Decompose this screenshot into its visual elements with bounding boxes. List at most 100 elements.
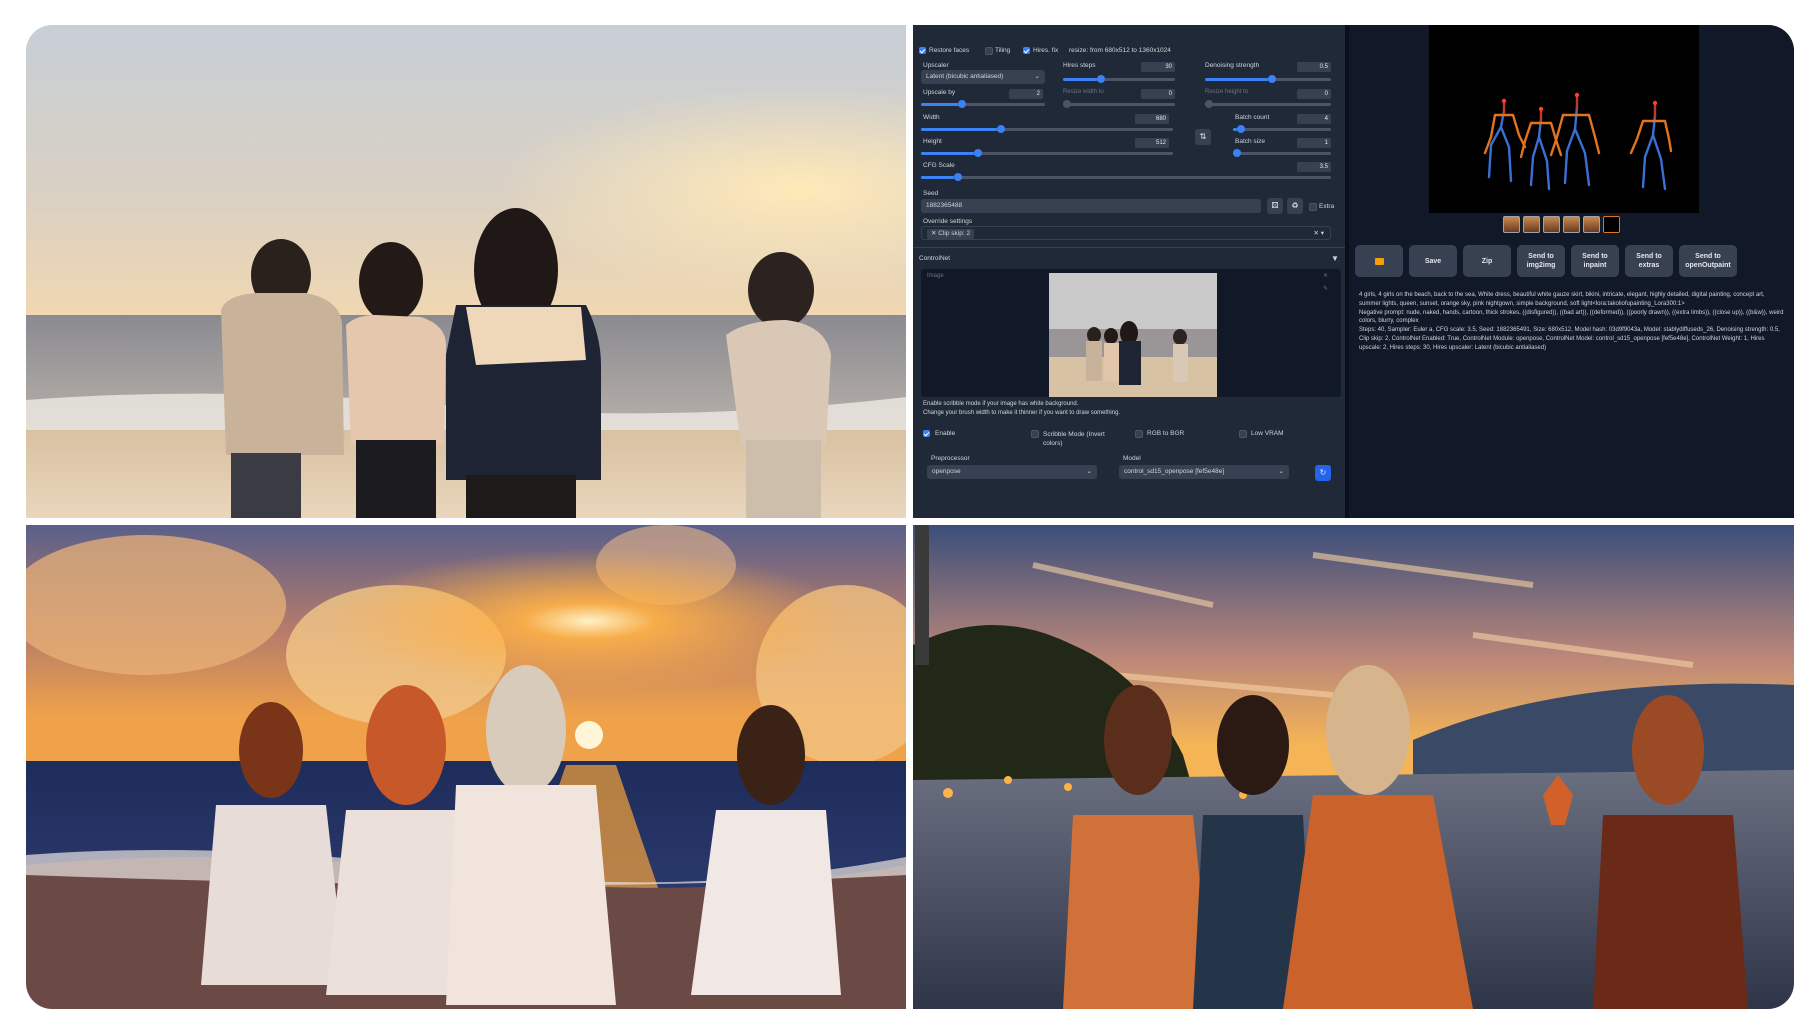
close-icon[interactable]: ✕ [1323, 272, 1328, 279]
gallery-thumbnail-pose[interactable] [1603, 216, 1620, 233]
send-to-inpaint-button[interactable]: Send to inpaint [1571, 245, 1619, 277]
generation-params-text: Steps: 40, Sampler: Euler a, CFG scale: … [1359, 327, 1780, 351]
chevron-down-icon: ⌄ [1278, 468, 1284, 475]
recycle-icon[interactable]: ♻ [1287, 198, 1303, 214]
beach-photo-scene [26, 25, 906, 518]
resize-width-label: Resize width to [1063, 89, 1104, 95]
hires-fix-checkbox[interactable] [1023, 47, 1030, 54]
rgb-to-bgr-label: RGB to BGR [1147, 430, 1185, 437]
send-to-img2img-button[interactable]: Send to img2img [1517, 245, 1565, 277]
preprocessor-value: openpose [932, 468, 961, 475]
model-select[interactable]: control_sd15_openpose [fef5e48e] ⌄ [1119, 465, 1289, 479]
webui-screenshot: Restore faces Tiling Hires. fix resize: … [913, 25, 1794, 518]
resize-height-input[interactable]: 0 [1297, 89, 1331, 99]
batch-count-slider[interactable] [1233, 125, 1331, 133]
hires-steps-input[interactable]: 30 [1141, 62, 1175, 72]
enable-checkbox[interactable] [923, 430, 930, 437]
clear-icon[interactable]: ✕ ▾ [1313, 227, 1324, 241]
generated-painting-sea [26, 525, 906, 1009]
chevron-down-icon: ⌄ [1034, 73, 1040, 80]
restore-faces-checkbox[interactable] [919, 47, 926, 54]
painting-sea-scene [26, 525, 906, 1009]
scribble-mode-checkbox[interactable] [1031, 430, 1039, 438]
denoise-input[interactable]: 0.5 [1297, 62, 1331, 72]
output-column: Save Zip Send to img2img Send to inpaint… [1349, 25, 1794, 518]
gallery-thumbnail[interactable] [1503, 216, 1520, 233]
generated-painting-street [913, 525, 1794, 1009]
seed-label: Seed [923, 190, 939, 197]
resize-width-input[interactable]: 0 [1141, 89, 1175, 99]
width-label: Width [923, 114, 940, 121]
open-folder-button[interactable] [1355, 245, 1403, 277]
folder-icon [1374, 257, 1384, 265]
swap-dimensions-button[interactable]: ⇅ [1195, 129, 1211, 145]
image-tab-label: Image [927, 273, 944, 279]
gallery-thumbnail[interactable] [1563, 216, 1580, 233]
batch-count-label: Batch count [1235, 114, 1270, 121]
gallery-thumbnail[interactable] [1583, 216, 1600, 233]
settings-column: Restore faces Tiling Hires. fix resize: … [913, 25, 1345, 518]
rgb-to-bgr-checkbox[interactable] [1135, 430, 1143, 438]
send-to-openoutpaint-button[interactable]: Send to openOutpaint [1679, 245, 1737, 277]
cfg-input[interactable]: 3.5 [1297, 162, 1331, 172]
hires-fix-label: Hires. fix [1033, 47, 1059, 54]
refresh-models-icon[interactable]: ↻ [1315, 465, 1331, 481]
seed-input[interactable]: 1882365488 [921, 199, 1261, 213]
height-label: Height [923, 138, 942, 145]
send-to-extras-button[interactable]: Send to extras [1625, 245, 1673, 277]
openpose-preview [1429, 25, 1699, 213]
upscale-by-input[interactable]: 2 [1009, 89, 1043, 99]
save-button[interactable]: Save [1409, 245, 1457, 277]
override-chip[interactable]: ✕ Clip skip: 2 [927, 229, 975, 239]
upscaler-select[interactable]: Latent (bicubic antialiased) ⌄ [921, 70, 1045, 84]
preprocessor-label: Preprocessor [931, 455, 970, 462]
zip-button[interactable]: Zip [1463, 245, 1511, 277]
collapse-triangle-icon[interactable]: ▼ [1331, 254, 1339, 263]
batch-size-input[interactable]: 1 [1297, 138, 1331, 148]
enable-label: Enable [935, 430, 956, 437]
hires-resize-info: resize: from 680x512 to 1360x1024 [1069, 47, 1171, 54]
resize-height-label: Resize height to [1205, 89, 1249, 95]
width-input[interactable]: 680 [1135, 114, 1169, 124]
height-input[interactable]: 512 [1135, 138, 1169, 148]
dice-icon[interactable]: ⚄ [1267, 198, 1283, 214]
override-settings-field[interactable]: ✕ Clip skip: 2 ✕ ▾ [921, 226, 1331, 240]
denoise-label: Denoising strength [1205, 62, 1260, 69]
prompt-text: 4 girls, 4 girls on the beach, back to t… [1359, 292, 1765, 307]
denoise-slider[interactable] [1205, 75, 1331, 83]
cfg-slider[interactable] [921, 173, 1331, 181]
painting-street-scene [913, 525, 1794, 1009]
upscaler-value: Latent (bicubic antialiased) [926, 73, 1004, 80]
txt2img-interface: Restore faces Tiling Hires. fix resize: … [913, 25, 1794, 518]
chevron-down-icon: ⌄ [1086, 468, 1092, 475]
image-grid: Restore faces Tiling Hires. fix resize: … [26, 25, 1794, 1009]
hires-steps-label: Hires steps [1063, 62, 1096, 69]
low-vram-checkbox[interactable] [1239, 430, 1247, 438]
height-slider[interactable] [921, 149, 1173, 157]
upscale-by-slider[interactable] [921, 100, 1045, 108]
gallery-thumbnail[interactable] [1543, 216, 1560, 233]
brush-icon[interactable]: ✎ [1323, 285, 1328, 292]
restore-faces-label: Restore faces [929, 47, 970, 54]
tiling-label: Tiling [995, 47, 1011, 54]
negative-prompt-text: Negative prompt: nude, naked, hands, car… [1359, 309, 1784, 325]
tiling-checkbox[interactable] [985, 47, 993, 55]
controlnet-header[interactable]: ControlNet [919, 255, 950, 262]
upscale-by-label: Upscale by [923, 89, 956, 96]
extra-seed-checkbox[interactable] [1309, 203, 1317, 211]
batch-count-input[interactable]: 4 [1297, 114, 1331, 124]
controlnet-image-area[interactable]: Image ✕ ✎ [921, 269, 1341, 397]
override-settings-label: Override settings [923, 218, 973, 225]
preprocessor-select[interactable]: openpose ⌄ [927, 465, 1097, 479]
controlnet-input-image [1049, 273, 1217, 397]
model-label: Model [1123, 455, 1141, 462]
gallery-thumbnail[interactable] [1523, 216, 1540, 233]
width-slider[interactable] [921, 125, 1173, 133]
generation-info: 4 girls, 4 girls on the beach, back to t… [1359, 291, 1785, 353]
close-icon[interactable]: ✕ [931, 230, 936, 237]
resize-height-slider[interactable] [1205, 100, 1331, 108]
batch-size-slider[interactable] [1233, 149, 1331, 157]
override-chip-label: Clip skip: 2 [938, 230, 971, 237]
hires-steps-slider[interactable] [1063, 75, 1175, 83]
resize-width-slider[interactable] [1063, 100, 1175, 108]
